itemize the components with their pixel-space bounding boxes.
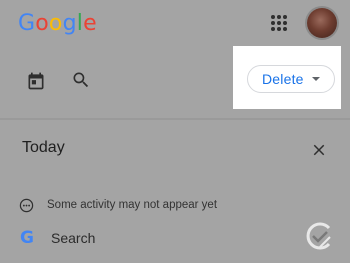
- activity-item-product[interactable]: Search: [51, 230, 95, 246]
- close-icon[interactable]: [307, 138, 331, 162]
- delete-button-label: Delete: [262, 71, 304, 87]
- section-title: Today: [22, 139, 65, 156]
- section-divider: [0, 118, 350, 120]
- apps-grid-icon[interactable]: [271, 15, 287, 31]
- account-avatar[interactable]: [307, 8, 337, 38]
- google-logo[interactable]: Google: [18, 10, 97, 36]
- more-horizontal-circle-icon: [19, 198, 34, 218]
- logo-letter: o: [48, 11, 63, 36]
- google-g-icon: G: [20, 228, 34, 248]
- logo-letter: o: [35, 11, 49, 36]
- delete-button[interactable]: Delete: [247, 65, 335, 93]
- dropdown-arrow-icon: [312, 77, 320, 81]
- search-icon[interactable]: [69, 68, 93, 92]
- logo-letter: g: [62, 11, 77, 36]
- logo-letter: e: [83, 11, 97, 36]
- activity-notice: Some activity may not appear yet: [47, 199, 218, 211]
- logo-letter: G: [18, 11, 36, 36]
- watermark-logo: [302, 219, 336, 258]
- calendar-icon[interactable]: [24, 69, 48, 93]
